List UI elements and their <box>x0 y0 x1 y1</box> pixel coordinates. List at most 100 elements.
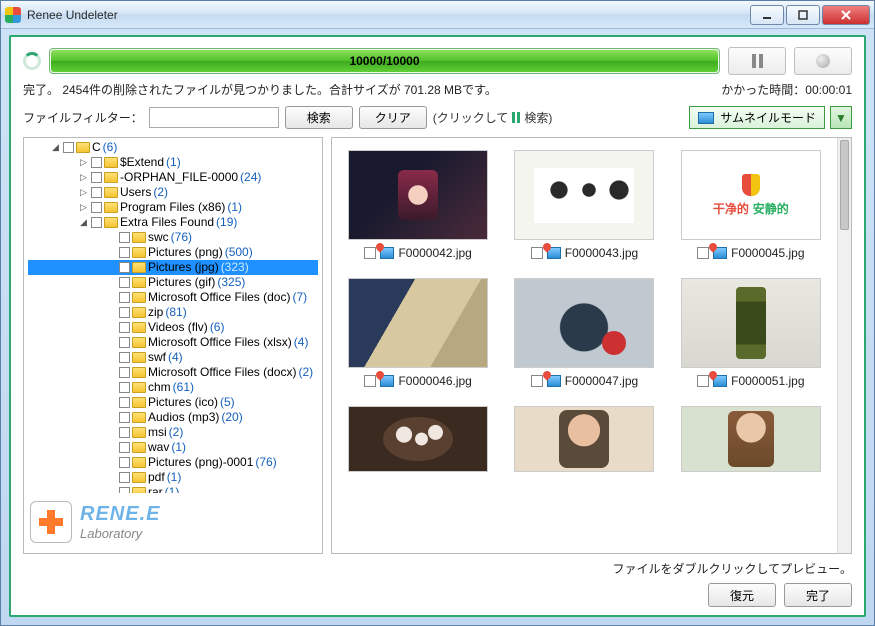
thumbnail-image[interactable] <box>348 150 488 240</box>
tree-checkbox[interactable] <box>119 337 130 348</box>
expander-icon[interactable] <box>106 427 117 438</box>
pause-button[interactable] <box>728 47 786 75</box>
expander-icon[interactable] <box>106 412 117 423</box>
expander-icon[interactable]: ▷ <box>78 172 89 183</box>
thumbnail-image[interactable] <box>681 278 821 368</box>
tree-node[interactable]: Microsoft Office Files (doc) (7) <box>28 290 318 305</box>
clear-button[interactable]: クリア <box>359 106 427 129</box>
tree-checkbox[interactable] <box>91 217 102 228</box>
close-button[interactable] <box>822 5 870 25</box>
tree-node[interactable]: Microsoft Office Files (xlsx) (4) <box>28 335 318 350</box>
thumbnail-item[interactable]: F0000047.jpg <box>506 278 662 388</box>
tree-checkbox[interactable] <box>119 367 130 378</box>
thumbnail-checkbox[interactable] <box>697 375 709 387</box>
expander-icon[interactable] <box>106 457 117 468</box>
thumbnail-image[interactable] <box>348 406 488 472</box>
thumbnail-item[interactable]: 干净的 安静的F0000045.jpg <box>673 150 829 260</box>
thumbnail-item[interactable] <box>340 406 496 472</box>
tree-checkbox[interactable] <box>119 487 130 493</box>
expander-icon[interactable]: ▷ <box>78 187 89 198</box>
thumbnail-checkbox[interactable] <box>697 247 709 259</box>
expander-icon[interactable] <box>106 262 117 273</box>
tree-node[interactable]: Pictures (ico) (5) <box>28 395 318 410</box>
expander-icon[interactable]: ▷ <box>78 157 89 168</box>
thumbnail-image[interactable] <box>514 150 654 240</box>
tree-checkbox[interactable] <box>91 157 102 168</box>
thumbnail-scrollbar[interactable] <box>837 138 851 553</box>
thumbnail-item[interactable]: F0000046.jpg <box>340 278 496 388</box>
tree-checkbox[interactable] <box>119 307 130 318</box>
tree-node[interactable]: wav (1) <box>28 440 318 455</box>
thumbnail-checkbox[interactable] <box>531 375 543 387</box>
tree-node[interactable]: ▷ Users (2) <box>28 185 318 200</box>
minimize-button[interactable] <box>750 5 784 25</box>
thumbnail-item[interactable]: F0000043.jpg <box>506 150 662 260</box>
tree-checkbox[interactable] <box>119 457 130 468</box>
tree-node[interactable]: swf (4) <box>28 350 318 365</box>
tree-node[interactable]: zip (81) <box>28 305 318 320</box>
tree-checkbox[interactable] <box>119 397 130 408</box>
tree-node[interactable]: ▷ $Extend (1) <box>28 155 318 170</box>
expander-icon[interactable] <box>106 292 117 303</box>
tree-checkbox[interactable] <box>119 412 130 423</box>
tree-node[interactable]: pdf (1) <box>28 470 318 485</box>
tree-node[interactable]: Pictures (png)-0001 (76) <box>28 455 318 470</box>
tree-node[interactable]: chm (61) <box>28 380 318 395</box>
thumbnail-image[interactable] <box>348 278 488 368</box>
expander-icon[interactable] <box>106 487 117 493</box>
tree-checkbox[interactable] <box>119 442 130 453</box>
tree-node[interactable]: Audios (mp3) (20) <box>28 410 318 425</box>
tree-checkbox[interactable] <box>91 172 102 183</box>
restore-button[interactable]: 復元 <box>708 583 776 607</box>
thumbnail-image[interactable] <box>514 406 654 472</box>
thumbnail-image[interactable] <box>681 406 821 472</box>
expander-icon[interactable] <box>106 367 117 378</box>
tree-checkbox[interactable] <box>119 322 130 333</box>
expander-icon[interactable]: ◢ <box>50 142 61 153</box>
stop-button[interactable] <box>794 47 852 75</box>
tree-node[interactable]: ▷ Program Files (x86) (1) <box>28 200 318 215</box>
tree-node[interactable]: Pictures (png) (500) <box>28 245 318 260</box>
filter-input[interactable] <box>149 107 279 128</box>
tree-checkbox[interactable] <box>119 277 130 288</box>
tree-node[interactable]: msi (2) <box>28 425 318 440</box>
expander-icon[interactable] <box>106 277 117 288</box>
expander-icon[interactable] <box>106 247 117 258</box>
thumbnail-checkbox[interactable] <box>531 247 543 259</box>
tree-checkbox[interactable] <box>119 232 130 243</box>
thumbnail-item[interactable] <box>673 406 829 472</box>
thumbnail-mode-button[interactable]: サムネイルモード <box>689 106 825 129</box>
tree-checkbox[interactable] <box>119 382 130 393</box>
tree-node[interactable]: Pictures (gif) (325) <box>28 275 318 290</box>
thumbnail-checkbox[interactable] <box>364 247 376 259</box>
done-button[interactable]: 完了 <box>784 583 852 607</box>
tree-node[interactable]: ◢ Extra Files Found (19) <box>28 215 318 230</box>
tree-node[interactable]: swc (76) <box>28 230 318 245</box>
thumbnail-item[interactable]: F0000051.jpg <box>673 278 829 388</box>
expander-icon[interactable] <box>106 442 117 453</box>
tree-node[interactable]: Pictures (jpg) (323) <box>28 260 318 275</box>
expander-icon[interactable] <box>106 352 117 363</box>
tree-checkbox[interactable] <box>91 187 102 198</box>
expander-icon[interactable]: ▷ <box>78 202 89 213</box>
tree-node[interactable]: Microsoft Office Files (docx) (2) <box>28 365 318 380</box>
thumbnail-item[interactable] <box>506 406 662 472</box>
tree-checkbox[interactable] <box>119 292 130 303</box>
tree-checkbox[interactable] <box>119 472 130 483</box>
thumbnail-mode-dropdown[interactable]: ▼ <box>830 106 852 129</box>
expander-icon[interactable] <box>106 472 117 483</box>
tree-node[interactable]: rar (1) <box>28 485 318 493</box>
thumbnail-image[interactable]: 干净的 安静的 <box>681 150 821 240</box>
tree-checkbox[interactable] <box>119 247 130 258</box>
thumbnail-item[interactable]: F0000042.jpg <box>340 150 496 260</box>
tree-checkbox[interactable] <box>119 352 130 363</box>
expander-icon[interactable]: ◢ <box>78 217 89 228</box>
tree-node[interactable]: ◢ C (6) <box>28 140 318 155</box>
expander-icon[interactable] <box>106 307 117 318</box>
expander-icon[interactable] <box>106 397 117 408</box>
tree-checkbox[interactable] <box>63 142 74 153</box>
tree-checkbox[interactable] <box>91 202 102 213</box>
expander-icon[interactable] <box>106 322 117 333</box>
file-tree[interactable]: ◢ C (6)▷ $Extend (1)▷ -ORPHAN_FILE-0000 … <box>24 138 322 493</box>
tree-node[interactable]: Videos (flv) (6) <box>28 320 318 335</box>
